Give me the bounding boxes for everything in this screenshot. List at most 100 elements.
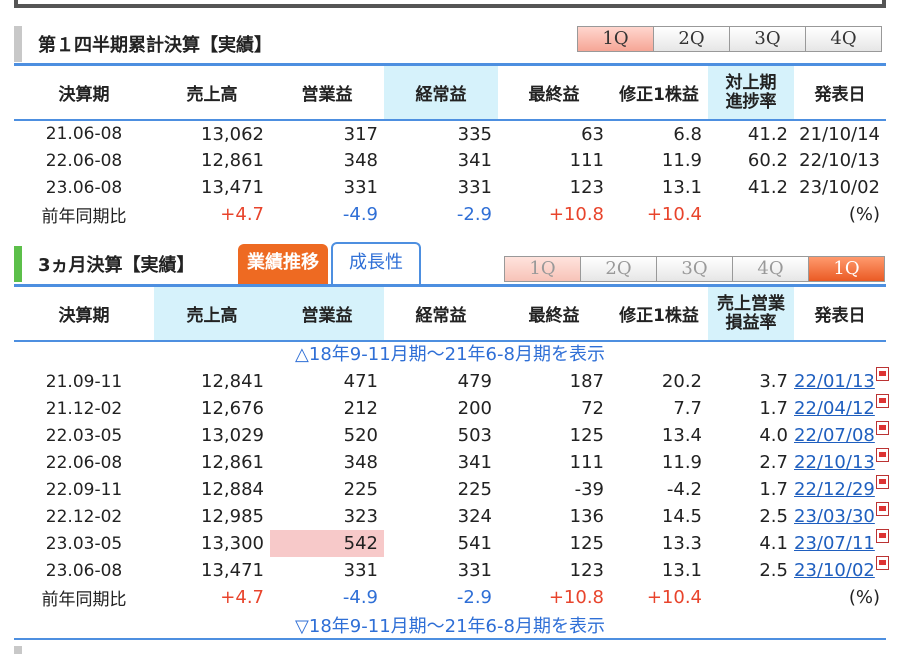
table-cell: 348 (343, 452, 378, 473)
announcement-date-link[interactable]: 23/03/30 (794, 506, 875, 527)
table-cell: 2.5 (759, 506, 788, 527)
show-older-toggle[interactable]: △18年9-11月期～21年6-8月期を表示 (14, 341, 886, 368)
pdf-icon[interactable] (875, 529, 889, 543)
table-cell: 13.3 (661, 533, 702, 554)
table-cell: +10.8 (548, 587, 604, 608)
announcement-date-cell: 22/07/08 (794, 421, 889, 449)
table-cell: 22.12-02 (45, 506, 123, 527)
table-cell: 471 (343, 371, 378, 392)
table-cell: 3.7 (759, 371, 788, 392)
show-older-toggle-bottom[interactable]: ▽18年9-11月期～21年6-8月期を表示 (14, 613, 886, 640)
announcement-date-cell: 22/04/12 (794, 394, 889, 422)
section-marker (14, 246, 22, 282)
table-row: 21.09-11 12,841 471 479 187 20.2 3.7 22/01/13 (14, 367, 889, 395)
pdf-icon[interactable] (875, 367, 889, 381)
announcement-date-link[interactable]: 22/07/08 (794, 425, 875, 446)
announcement-date-link[interactable]: 23/10/02 (794, 560, 875, 581)
table-row: 23.06-08 13,471 331 331 123 13.1 41.2 23/10/02 (14, 174, 886, 201)
table-cell: 12,841 (201, 371, 264, 392)
section2-header: 3ヵ月決算【実績】 (14, 246, 195, 282)
table-cell (708, 201, 794, 228)
table-cell: -4.2 (666, 479, 702, 500)
table-cell: 前年同期比 (41, 207, 127, 227)
table-header-row: 決算期 売上高 営業益 経常益 最終益 修正1株益 売上営業 損益率 発表日 (14, 287, 886, 341)
table-cell: 341 (457, 452, 492, 473)
table-header-row: 決算期 売上高 営業益 経常益 最終益 修正1株益 対上期 進捗率 発表日 (14, 66, 886, 120)
table-cell: 63 (581, 123, 604, 145)
pdf-icon[interactable] (875, 502, 889, 516)
pdf-icon[interactable] (875, 448, 889, 462)
table-cell: 60.2 (747, 150, 788, 171)
table-cell: 335 (457, 123, 492, 145)
pdf-icon[interactable] (875, 475, 889, 489)
table-cell: 7.7 (673, 398, 702, 419)
table-cell: 12,985 (201, 506, 264, 527)
announcement-date-link[interactable]: 22/01/13 (794, 371, 875, 392)
table-cell: 212 (343, 398, 378, 419)
table-cell: 11.9 (661, 150, 702, 171)
table-cell: 13,471 (201, 560, 264, 581)
table-cell: 前年同期比 (41, 590, 127, 610)
col-header: 修正1株益 (619, 306, 699, 326)
table-cell: 125 (569, 425, 604, 446)
announcement-date-link[interactable]: 22/12/29 (794, 479, 875, 500)
table-cell: 324 (457, 506, 492, 527)
table-row: 22.03-05 13,029 520 503 125 13.4 4.0 22/07/08 (14, 421, 889, 449)
yoy-row: 前年同期比 +4.7 -4.9 -2.9 +10.8 +10.4 (%) (14, 201, 886, 228)
tab-3q[interactable]: 3Q (729, 26, 806, 52)
tab-2q[interactable]: 2Q (653, 26, 730, 52)
tab-1q-prev[interactable]: 1Q (504, 256, 581, 282)
pdf-icon[interactable] (875, 421, 889, 435)
table-cell: -2.9 (456, 204, 492, 225)
section2-table: 決算期 売上高 営業益 経常益 最終益 修正1株益 売上営業 損益率 発表日 2… (14, 287, 889, 611)
table-cell: 20.2 (661, 371, 702, 392)
announcement-date-link[interactable]: 22/04/12 (794, 398, 875, 419)
announcement-date-cell: 23/07/11 (794, 529, 889, 557)
pdf-icon[interactable] (875, 394, 889, 408)
table-cell: 225 (457, 479, 492, 500)
table-cell: 12,884 (201, 479, 264, 500)
col-header: 経常益 (384, 66, 498, 120)
table-cell: (%) (848, 587, 880, 608)
tab-4q[interactable]: 4Q (805, 26, 882, 52)
tab-growth[interactable]: 成長性 (331, 242, 421, 284)
table-row: 21.06-08 13,062 317 335 63 6.8 41.2 21/10/14 (14, 120, 886, 147)
pdf-icon[interactable] (875, 556, 889, 570)
tab-results-trend[interactable]: 業績推移 (238, 244, 328, 284)
col-header: 発表日 (814, 85, 866, 105)
table-cell: 21.12-02 (45, 398, 123, 419)
tab-4q[interactable]: 4Q (732, 256, 809, 282)
col-header: 最終益 (528, 306, 580, 326)
table-cell: 331 (343, 177, 378, 198)
tab-2q[interactable]: 2Q (580, 256, 657, 282)
table-cell: 22.06-08 (45, 452, 123, 473)
table-cell: 111 (569, 452, 604, 473)
col-header: 決算期 (58, 85, 110, 105)
table-cell: 72 (581, 398, 604, 419)
table-row: 23.03-05 13,300 542 541 125 13.3 4.1 23/07/11 (14, 529, 889, 557)
table-row: 22.06-08 12,861 348 341 111 11.9 60.2 22/10/13 (14, 147, 886, 174)
table-cell: 4.1 (759, 533, 788, 554)
table-cell: 13,029 (201, 425, 264, 446)
yoy-row: 前年同期比 +4.7 -4.9 -2.9 +10.8 +10.4 (%) (14, 584, 886, 611)
table-cell: -39 (574, 479, 604, 500)
table-cell: 136 (569, 506, 604, 527)
announcement-date-link[interactable]: 22/10/13 (794, 452, 875, 473)
announcement-date-cell: 22/10/13 (794, 448, 889, 476)
tab-1q[interactable]: 1Q (577, 26, 654, 52)
tab-3q[interactable]: 3Q (656, 256, 733, 282)
table-row: 22.06-08 12,861 348 341 111 11.9 2.7 22/10/13 (14, 448, 889, 476)
section1-table: 決算期 売上高 営業益 経常益 最終益 修正1株益 対上期 進捗率 発表日 21… (14, 66, 886, 228)
table-cell: 225 (343, 479, 378, 500)
table-cell: 1.7 (759, 479, 788, 500)
table-cell: 23.03-05 (45, 533, 123, 554)
table-cell: +10.8 (548, 204, 604, 225)
table-cell: 23/10/02 (799, 177, 880, 198)
table-cell (708, 584, 794, 611)
col-header: 経常益 (415, 306, 467, 326)
tab-1q-current[interactable]: 1Q (808, 256, 885, 282)
table-cell: 22.09-11 (45, 479, 123, 500)
announcement-date-link[interactable]: 23/07/11 (794, 533, 875, 554)
section2-quarter-tabs: 1Q 2Q 3Q 4Q 1Q (504, 256, 885, 282)
table-cell: 13.1 (661, 177, 702, 198)
